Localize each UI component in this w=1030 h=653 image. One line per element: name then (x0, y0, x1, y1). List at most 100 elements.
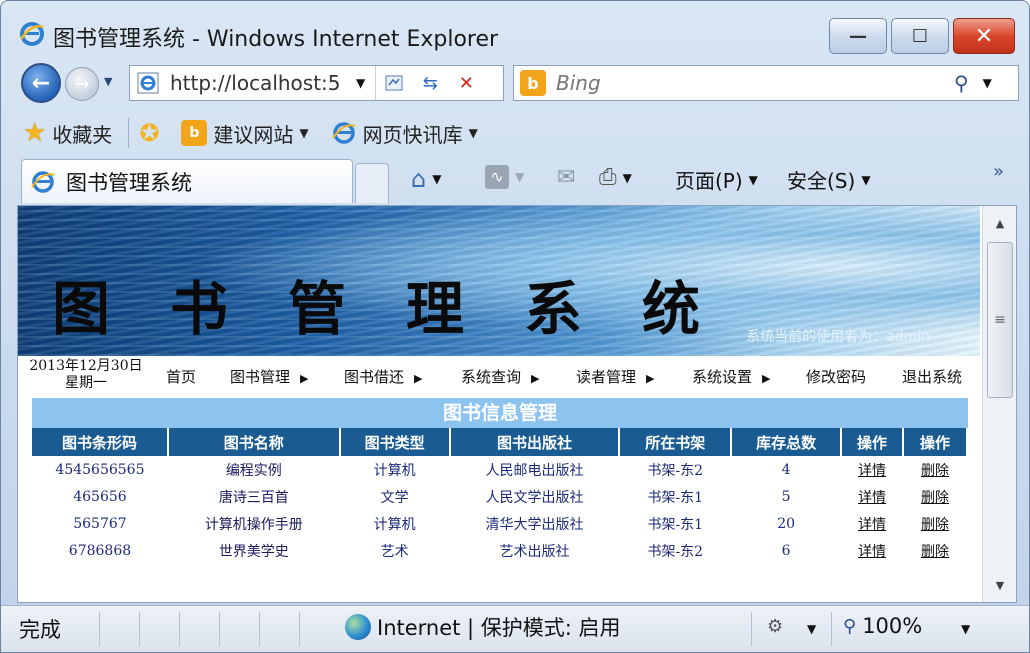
close-button[interactable]: ✕ (953, 18, 1015, 54)
menu-system-settings[interactable]: 系统设置 ▶ (692, 366, 770, 387)
delete-link[interactable]: 删除 (903, 456, 967, 483)
safety-menu-label: 安全(S) (787, 169, 856, 193)
safety-menu-dropdown-icon: ▼ (861, 172, 871, 187)
scroll-up-arrow-icon[interactable]: ▲ (983, 208, 1016, 238)
book-name-cell: 世界美学史 (218, 543, 289, 560)
page-menu-button[interactable]: 页面(P) ▼ (675, 165, 758, 194)
web-slice-gallery-button[interactable]: 网页快讯库 ▼ (331, 119, 478, 148)
barcode-cell: 565767 (73, 515, 127, 532)
menu-home[interactable]: 首页 (166, 366, 196, 387)
menu-reader-management-label: 读者管理 (576, 368, 637, 386)
stop-icon: ✕ (458, 72, 474, 94)
print-button[interactable]: ⎙ ▼ (599, 165, 632, 190)
maximize-icon: ☐ (911, 25, 929, 47)
feeds-button[interactable]: ∿ ▼ (485, 165, 524, 189)
menu-system-query-label: 系统查询 (461, 368, 522, 386)
detail-link[interactable]: 详情 (841, 510, 903, 537)
popup-blocker-dropdown-icon[interactable]: ▼ (807, 622, 816, 636)
status-bar: 完成 Internet | 保护模式: 启用 ⚙ ▼ ⚲ 100% ▼ (1, 605, 1029, 652)
table-row: 4545656565 编程实例 计算机 人民邮电出版社 书架-东2 4 详情 删… (32, 456, 967, 483)
window-title: 图书管理系统 - Windows Internet Explorer (53, 27, 499, 52)
table-header-row: 图书条形码 图书名称 图书类型 图书出版社 所在书架 库存总数 操作 操作 (32, 428, 968, 456)
book-name-cell: 编程实例 (225, 462, 282, 479)
column-header: 图书条形码 (32, 428, 169, 456)
scroll-thumb[interactable]: ≡ (987, 242, 1013, 398)
page-viewport: 图书管理系统 系统当前的使用者为：admin 2013年12月30日 星期一 首… (17, 205, 1017, 603)
suggested-sites-dropdown-icon: ▼ (299, 126, 309, 140)
search-input[interactable] (556, 71, 936, 95)
more-commands-chevron-icon[interactable]: » (993, 161, 1004, 182)
menu-borrow-return-label: 图书借还 (344, 368, 405, 386)
menu-borrow-return[interactable]: 图书借还 ▶ (344, 366, 422, 387)
table-row: 465656 唐诗三百首 文学 人民文学出版社 书架-东1 5 详情 删除 (32, 483, 967, 510)
popup-blocker-icon[interactable]: ⚙ (767, 616, 783, 637)
zoom-button[interactable]: ⚲ 100% (843, 614, 922, 638)
add-favorite-icon[interactable]: ✪ (139, 119, 159, 147)
detail-link[interactable]: 详情 (841, 537, 903, 564)
submenu-arrow-icon: ▶ (762, 372, 771, 385)
stock-cell: 5 (781, 488, 791, 505)
delete-link[interactable]: 删除 (903, 483, 967, 510)
back-button[interactable]: ← (21, 63, 61, 103)
maximize-button[interactable]: ☐ (891, 18, 949, 54)
detail-link[interactable]: 详情 (841, 456, 903, 483)
refresh-button[interactable]: ⇆ (412, 66, 448, 100)
vertical-scrollbar[interactable]: ▲ ≡ ▼ (982, 206, 1016, 602)
security-zone[interactable]: Internet | 保护模式: 启用 (345, 612, 621, 642)
ie-logo-icon (19, 22, 44, 46)
mail-button[interactable]: ✉ (557, 165, 575, 190)
compatibility-view-button[interactable] (376, 66, 412, 100)
web-slice-dropdown-icon: ▼ (468, 126, 478, 140)
weekday-text: 星期一 (65, 375, 107, 391)
globe-icon (345, 614, 371, 640)
status-divider (299, 612, 300, 646)
menu-book-management[interactable]: 图书管理 ▶ (230, 366, 308, 387)
date-display: 2013年12月30日 星期一 (24, 358, 148, 392)
status-divider (751, 612, 752, 646)
barcode-cell: 465656 (73, 488, 127, 505)
rss-icon: ∿ (485, 165, 509, 189)
recent-pages-dropdown[interactable]: ▼ (104, 75, 112, 88)
address-input[interactable]: http://localhost:5 (170, 71, 348, 95)
menu-home-label: 首页 (166, 368, 197, 386)
search-bar[interactable]: b ⚲ ▼ (513, 65, 1019, 101)
shelf-cell: 书架-东2 (647, 462, 704, 479)
favorites-button[interactable]: ★ 收藏夹 (23, 118, 112, 148)
address-dropdown-icon[interactable]: ▼ (356, 76, 365, 90)
suggested-sites-button[interactable]: b 建议网站 ▼ (181, 119, 309, 148)
menu-logout[interactable]: 退出系统 (902, 366, 962, 387)
delete-link[interactable]: 删除 (903, 510, 967, 537)
menu-change-password[interactable]: 修改密码 (806, 366, 866, 387)
minimize-button[interactable]: — (829, 18, 887, 54)
detail-link[interactable]: 详情 (841, 483, 903, 510)
forward-arrow-icon: → (74, 73, 90, 95)
menu-reader-management[interactable]: 读者管理 ▶ (576, 366, 654, 387)
status-divider (99, 612, 100, 646)
site-menu-bar: 2013年12月30日 星期一 首页 图书管理 ▶ 图书借还 ▶ 系统查询 ▶ 读者管… (18, 356, 980, 396)
submenu-arrow-icon: ▶ (531, 372, 540, 385)
back-arrow-icon: ← (31, 70, 51, 96)
forward-button[interactable]: → (65, 67, 99, 101)
delete-link[interactable]: 删除 (903, 537, 967, 564)
favorites-star-icon: ★ (23, 118, 47, 148)
scroll-down-arrow-icon[interactable]: ▼ (983, 570, 1016, 600)
favorites-label: 收藏夹 (52, 122, 113, 147)
web-slice-gallery-label: 网页快讯库 (362, 122, 463, 147)
home-button[interactable]: ⌂ ▼ (411, 165, 441, 193)
stop-button[interactable]: ✕ (448, 66, 484, 100)
safety-menu-button[interactable]: 安全(S) ▼ (787, 165, 871, 194)
menu-system-query[interactable]: 系统查询 ▶ (461, 366, 539, 387)
book-info-panel: 图书信息管理 图书条形码 图书名称 图书类型 图书出版社 所在书架 库存总数 操… (32, 398, 968, 564)
search-icon[interactable]: ⚲ (954, 71, 969, 95)
search-options-dropdown-icon[interactable]: ▼ (983, 76, 992, 90)
new-tab-button[interactable] (355, 163, 389, 203)
zoom-dropdown-icon[interactable]: ▼ (961, 622, 970, 636)
tab-library-system[interactable]: 图书管理系统 (21, 159, 353, 203)
menu-book-management-label: 图书管理 (230, 368, 291, 386)
menu-logout-label: 退出系统 (902, 368, 963, 386)
column-header: 图书出版社 (449, 428, 621, 456)
current-user-text: 系统当前的使用者为：admin (746, 329, 930, 345)
home-dropdown-icon: ▼ (432, 172, 442, 186)
column-header: 操作 (841, 428, 904, 456)
address-bar[interactable]: http://localhost:5 ▼ ⇆ ✕ (129, 65, 504, 101)
